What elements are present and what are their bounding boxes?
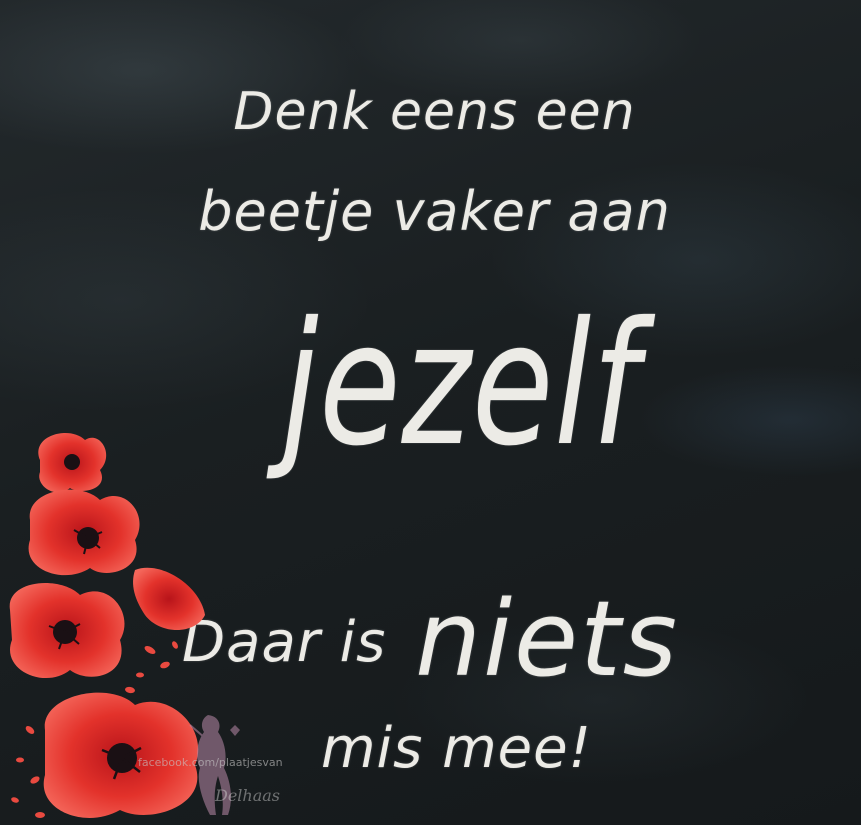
watermark-signature: Delhaas	[215, 786, 281, 805]
poppy-flower-icon	[38, 432, 107, 493]
poppy-petal-icon	[133, 567, 205, 630]
chalkboard-background: Denk eens een beetje vaker aan jezelf Da…	[0, 0, 861, 825]
quote-line-4-niets: niets	[415, 578, 679, 700]
quote-line-1: Denk eens een	[233, 82, 636, 142]
watermark-url: facebook.com/plaatjesvan	[138, 756, 283, 769]
poppy-flower-icon	[28, 489, 140, 576]
poppy-flower-icon	[9, 583, 125, 679]
quote-line-2: beetje vaker aan	[198, 180, 671, 243]
